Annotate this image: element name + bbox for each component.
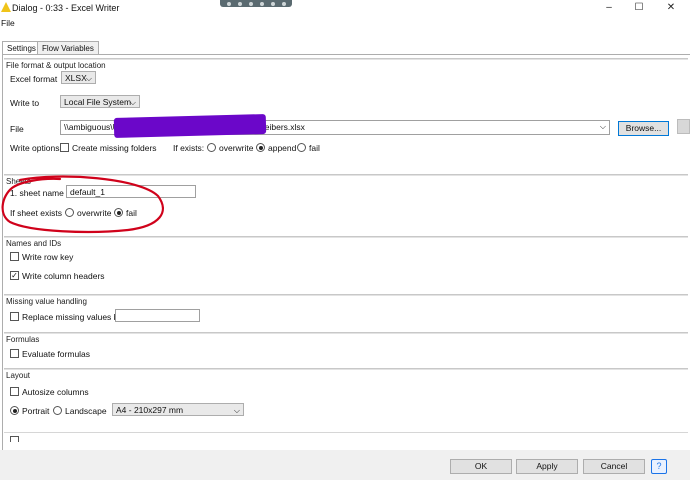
cancel-button[interactable]: Cancel (583, 459, 645, 474)
help-icon[interactable]: ? (651, 459, 667, 474)
red-annotation-circle (1, 175, 164, 233)
apply-button[interactable]: Apply (516, 459, 578, 474)
ok-button[interactable]: OK (450, 459, 512, 474)
